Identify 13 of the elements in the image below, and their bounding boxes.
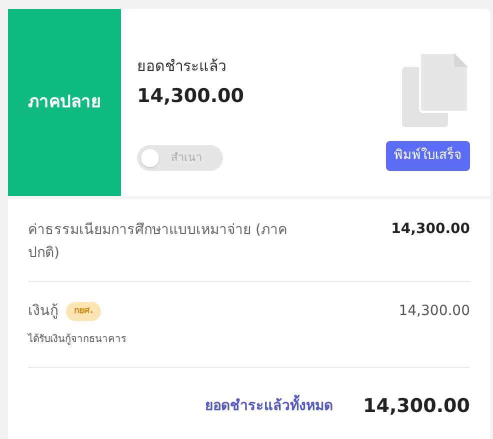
loan-amount: 14,300.00 bbox=[398, 302, 470, 321]
loan-badge: กยศ. bbox=[66, 302, 102, 322]
fee-amount: 14,300.00 bbox=[391, 220, 470, 239]
total-label: ยอดชำระแล้วทั้งหมด bbox=[205, 396, 334, 417]
paid-label: ยอดชำระแล้ว bbox=[137, 56, 227, 77]
print-receipt-button[interactable]: พิมพ์ใบเสร็จ bbox=[386, 141, 470, 171]
total-amount: 14,300.00 bbox=[363, 394, 470, 419]
paid-amount: 14,300.00 bbox=[137, 84, 244, 108]
documents-icon bbox=[402, 53, 468, 127]
loan-note: ได้รับเงินกู้จากธนาคาร bbox=[28, 332, 126, 347]
term-label: ภาคปลาย bbox=[28, 90, 101, 114]
loan-label: เงินกู้ bbox=[28, 302, 58, 321]
fee-label: ค่าธรรมเนียมการศึกษาแบบเหมาจ่าย (ภาคปกติ) bbox=[28, 221, 288, 263]
